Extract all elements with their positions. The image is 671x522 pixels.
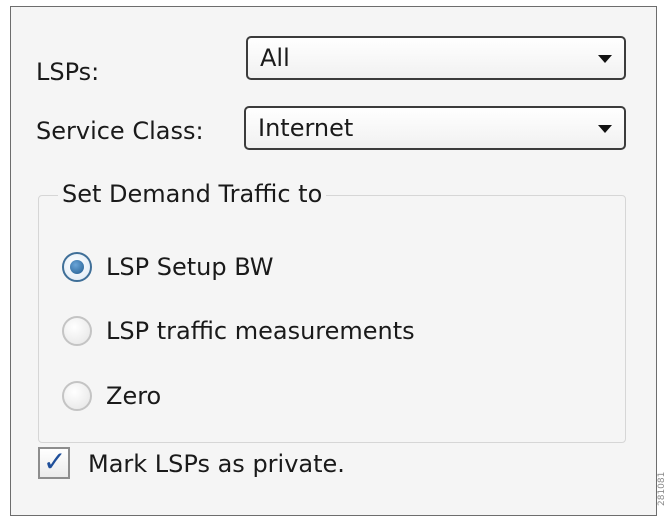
checkbox-label: Mark LSPs as private.	[88, 450, 345, 478]
mark-lsps-private-checkbox[interactable]: ✓ Mark LSPs as private.	[38, 445, 458, 485]
radio-label: Zero	[106, 382, 162, 410]
chevron-down-icon	[598, 55, 612, 63]
lsps-dropdown[interactable]: All	[246, 36, 626, 80]
radio-button-icon	[62, 316, 92, 346]
checkbox-box: ✓	[38, 445, 70, 479]
radio-button-icon	[62, 381, 92, 411]
radio-label: LSP traffic measurements	[106, 317, 415, 345]
lsps-label: LSPs:	[36, 58, 100, 86]
radio-lsp-traffic-measurements[interactable]: LSP traffic measurements	[62, 312, 502, 352]
lsps-dropdown-value: All	[260, 44, 290, 72]
service-class-label: Service Class:	[36, 117, 204, 145]
demand-traffic-title: Set Demand Traffic to	[58, 179, 327, 209]
radio-zero[interactable]: Zero	[62, 377, 502, 417]
radio-lsp-setup-bw[interactable]: LSP Setup BW	[62, 248, 502, 288]
checkmark-icon: ✓	[43, 445, 67, 478]
radio-selected-dot	[70, 260, 84, 274]
service-class-dropdown-value: Internet	[258, 114, 354, 142]
chevron-down-icon	[598, 125, 612, 133]
service-class-dropdown[interactable]: Internet	[244, 106, 626, 150]
radio-button-icon	[62, 252, 92, 282]
figure-id-watermark: 281081	[657, 442, 667, 512]
figure-id-text: 281081	[657, 471, 667, 506]
radio-label: LSP Setup BW	[106, 253, 274, 281]
